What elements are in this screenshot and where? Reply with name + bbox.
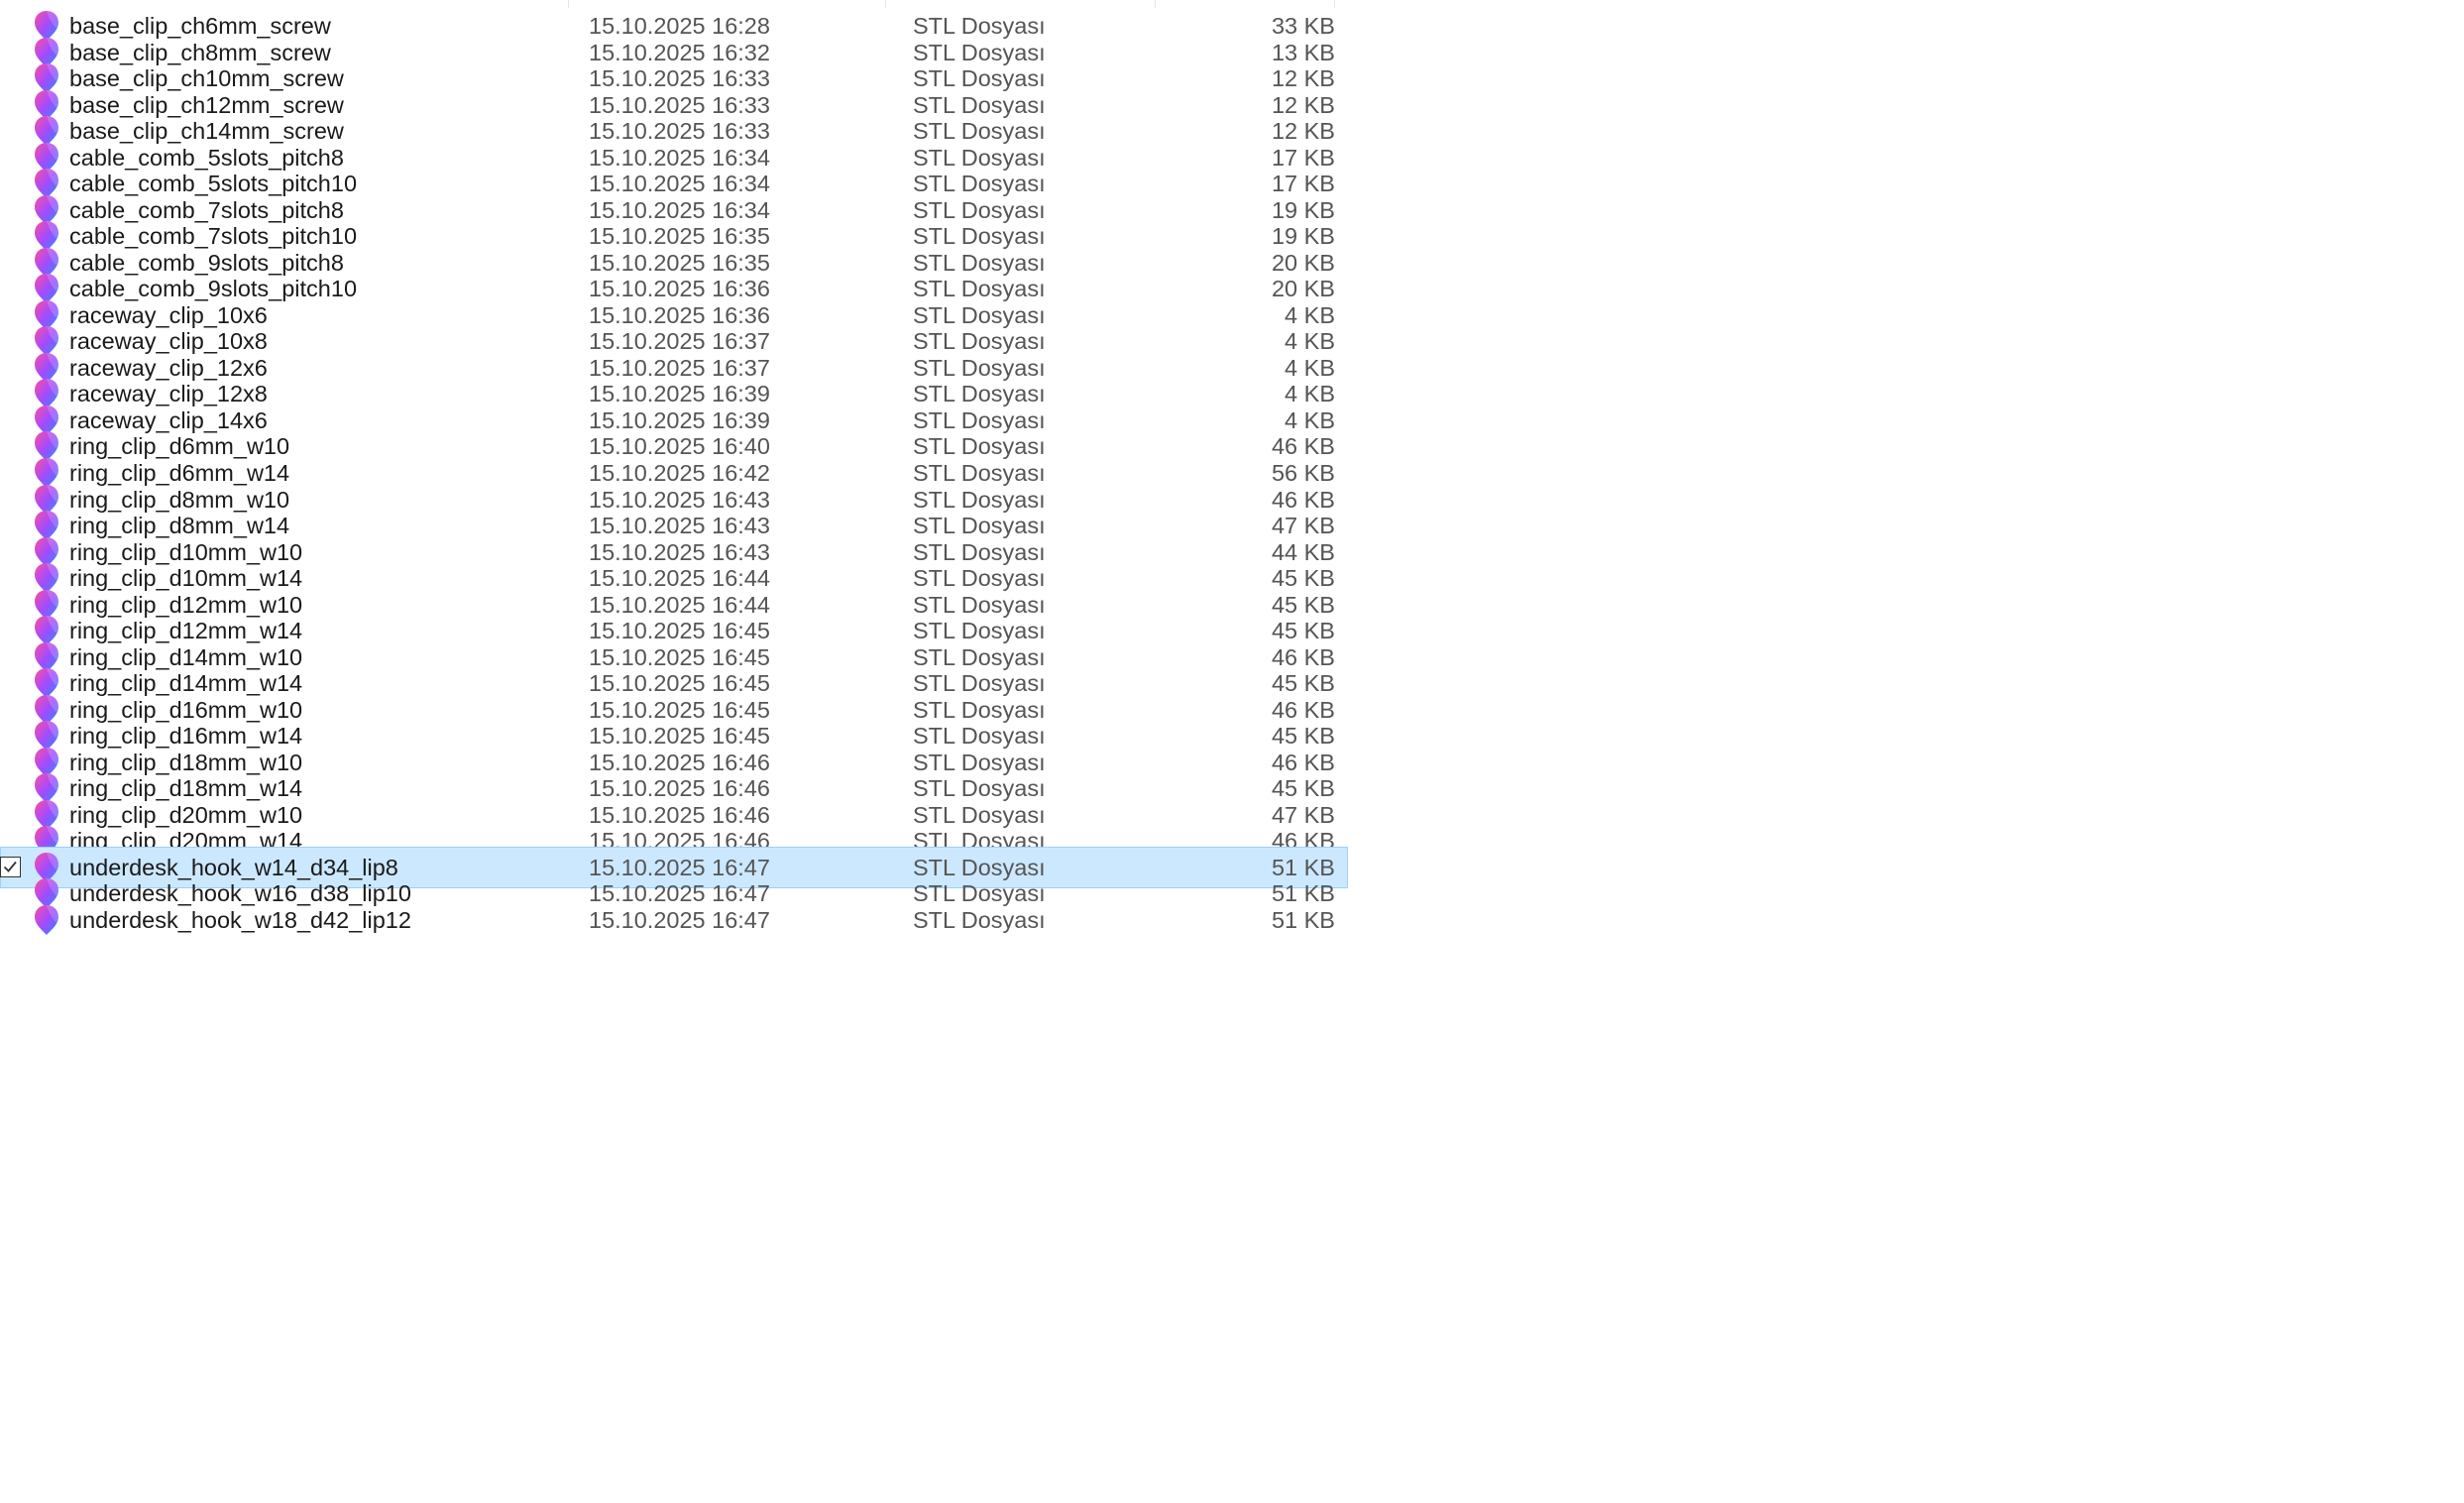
file-date-modified: 15.10.2025 16:47: [589, 907, 770, 934]
stl-file-icon: [33, 904, 60, 936]
file-size: 51 KB: [1271, 907, 1335, 934]
file-type: STL Dosyası: [913, 907, 1046, 934]
file-row[interactable]: underdesk_hook_w18_d42_lip12 15.10.2025 …: [0, 899, 1348, 941]
file-name: underdesk_hook_w18_d42_lip12: [69, 907, 411, 934]
file-list[interactable]: base_clip_ch6mm_screw 15.10.2025 16:28 S…: [0, 0, 1358, 1503]
